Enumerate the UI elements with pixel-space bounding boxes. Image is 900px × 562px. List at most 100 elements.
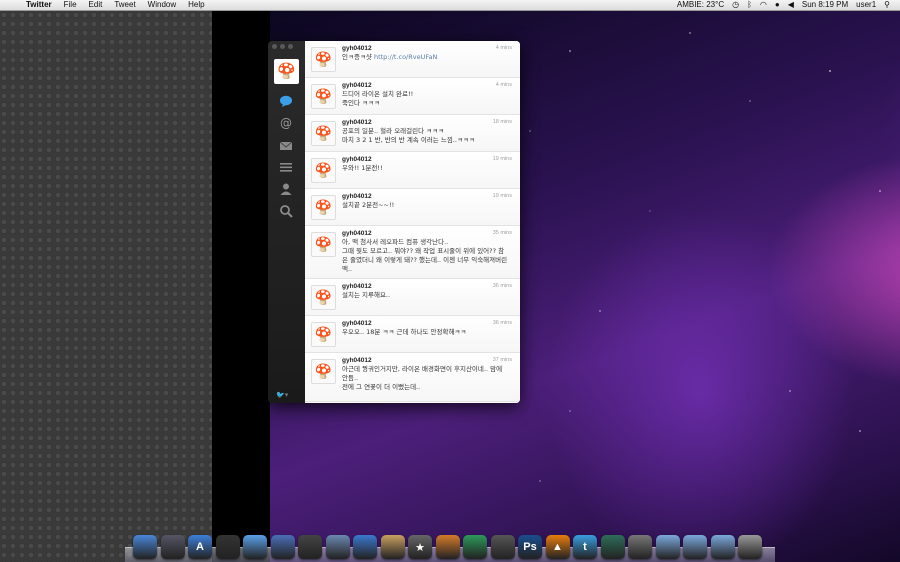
svg-text:@: @ (280, 116, 292, 130)
tweet-item[interactable]: 🍄 gyh04012 19 mins 우와!! 1분전!! (305, 152, 520, 189)
menu-help[interactable]: Help (182, 0, 210, 10)
vlc-icon[interactable]: ▲ (545, 535, 570, 559)
safari-icon[interactable] (243, 535, 267, 559)
tweet-item[interactable]: 🍄 gyh04012 36 mins 설치는 지루해요.. (305, 279, 520, 316)
tweet-item-partial[interactable]: gyh04012 (305, 402, 520, 403)
tweet-avatar[interactable]: 🍄 (311, 232, 336, 257)
spotlight-icon[interactable]: ⚲ (880, 0, 894, 10)
tweet-text: 공포의 일분.. 헐라 오래걸린다 ㅋㅋㅋ 마치 3 2 1 반, 반의 반 계… (342, 127, 475, 144)
tweet-time: 18 mins (492, 119, 512, 125)
dashboard-icon[interactable] (160, 535, 185, 559)
tweet-item[interactable]: 🍄 gyh04012 37 mins 아근데 꿩궈인거지만, 라이온 배경화면이… (305, 353, 520, 402)
twitter-icon[interactable]: t (573, 535, 597, 559)
menu-edit[interactable]: Edit (83, 0, 109, 10)
menubar-clock[interactable]: Sun 8:19 PM (798, 0, 852, 10)
tweet-text: 아근데 꿩궈인거지만, 라이온 배경화면이 후지산이네.. 맘에 안듬.. 전에… (342, 365, 503, 391)
tweet-link[interactable]: http://t.co/RveUFaN (374, 53, 437, 61)
time-machine-status-icon[interactable]: ◷ (728, 0, 743, 10)
tweet-username[interactable]: gyh04012 (342, 119, 372, 126)
desktop-black-band (212, 11, 270, 562)
input-source-icon[interactable]: ● (771, 0, 784, 10)
trash-icon[interactable] (738, 535, 762, 559)
tweet-avatar[interactable]: 🍄 (311, 285, 336, 310)
user-menu[interactable]: user1 (852, 0, 880, 10)
tweet-text-body: 인ㅋ증ㅋ샷 (342, 53, 374, 61)
facetime-icon[interactable] (270, 535, 295, 559)
activity-icon[interactable] (215, 535, 240, 559)
tweet-item[interactable]: 🍄 gyh04012 36 mins 우오오.. 18분 ㅋㅋ 근데 하나도 안… (305, 316, 520, 353)
tweet-item[interactable]: 🍄 gyh04012 4 mins 드디어 라이온 설치 완료!! 죽인다 ㅋㅋ… (305, 78, 520, 115)
tweet-avatar[interactable]: 🍄 (311, 158, 336, 183)
downloads-folder-icon[interactable] (710, 535, 735, 559)
zoom-button[interactable] (288, 44, 293, 49)
volume-icon[interactable]: ◀ (784, 0, 798, 10)
tweet-avatar[interactable]: 🍄 (311, 359, 336, 384)
itunes-icon[interactable] (353, 535, 377, 559)
dock: A ★ Ps ▲ t (125, 534, 775, 562)
tweet-text: 우오오.. 18분 ㅋㅋ 근데 하나도 안정확해ㅋㅋ (342, 328, 467, 336)
time-machine-icon[interactable] (600, 535, 625, 559)
tweet-username[interactable]: gyh04012 (342, 230, 372, 237)
tweet-username[interactable]: gyh04012 (342, 156, 372, 163)
weather-status[interactable]: AMBIE: 23°C (673, 0, 728, 10)
wifi-icon[interactable]: ◠ (756, 0, 771, 10)
twitter-bird-footer-icon[interactable]: 🐦▾ (276, 391, 288, 399)
tweet-username[interactable]: gyh04012 (342, 283, 372, 290)
tweet-text: 우와!! 1분전!! (342, 164, 383, 172)
brush-icon[interactable] (490, 535, 515, 559)
minimize-button[interactable] (280, 44, 285, 49)
account-avatar[interactable]: 🍄 (274, 59, 299, 84)
close-button[interactable] (272, 44, 277, 49)
tweet-username[interactable]: gyh04012 (342, 357, 372, 364)
system-preferences-icon[interactable] (628, 535, 652, 559)
documents-folder-icon[interactable] (683, 535, 707, 559)
tweet-text: 드디어 라이온 설치 완료!! 죽인다 ㅋㅋㅋ (342, 90, 414, 107)
tweet-text: 설치는 지루해요.. (342, 291, 391, 299)
tweet-item[interactable]: 🍄 gyh04012 18 mins 공포의 일분.. 헐라 오래걸린다 ㅋㅋㅋ… (305, 115, 520, 152)
tweet-avatar[interactable]: 🍄 (311, 47, 336, 72)
tweet-item[interactable]: 🍄 gyh04012 35 mins 아, 맥 첨사서 레오파드 컴퓨 생각난다… (305, 226, 520, 279)
tweet-avatar[interactable]: 🍄 (311, 195, 336, 220)
tweet-list[interactable]: 🍄 gyh04012 4 mins 인ㅋ증ㅋ샷 http://t.co/RveU… (305, 41, 520, 403)
tweet-avatar[interactable]: 🍄 (311, 84, 336, 109)
iphoto-icon[interactable] (380, 535, 405, 559)
tweet-username[interactable]: gyh04012 (342, 82, 372, 89)
menu-tweet[interactable]: Tweet (108, 0, 141, 10)
menubar-status-area: AMBIE: 23°C ◷ ᛒ ◠ ● ◀ Sun 8:19 PM user1 … (673, 0, 900, 10)
tweet-time: 4 mins (495, 82, 512, 88)
tweet-time: 19 mins (492, 156, 512, 162)
menu-window[interactable]: Window (142, 0, 182, 10)
mentions-icon[interactable]: @ (277, 114, 295, 132)
tweet-time: 35 mins (492, 230, 512, 236)
camera-icon[interactable] (298, 535, 322, 559)
profile-icon[interactable] (277, 180, 295, 198)
box-icon[interactable] (435, 535, 460, 559)
bluetooth-icon[interactable]: ᛒ (743, 0, 756, 10)
finder-icon[interactable] (133, 535, 157, 559)
tweet-username[interactable]: gyh04012 (342, 320, 372, 327)
tweet-username[interactable]: gyh04012 (342, 45, 372, 52)
search-icon[interactable] (277, 202, 295, 220)
tweet-avatar[interactable]: 🍄 (311, 322, 336, 347)
menu-file[interactable]: File (58, 0, 83, 10)
menu-app-name[interactable]: Twitter (20, 0, 58, 10)
tweet-time: 4 mins (495, 45, 512, 51)
tweet-username[interactable]: gyh04012 (342, 193, 372, 200)
photoshop-icon[interactable]: Ps (518, 535, 542, 559)
lists-icon[interactable] (277, 158, 295, 176)
messages-icon[interactable] (277, 136, 295, 154)
tweet-item[interactable]: 🍄 gyh04012 19 mins 설치끝 2분전~~!! (305, 189, 520, 226)
tweet-item[interactable]: 🍄 gyh04012 4 mins 인ㅋ증ㅋ샷 http://t.co/RveU… (305, 41, 520, 78)
preview-icon[interactable] (325, 535, 350, 559)
charts-icon[interactable] (463, 535, 487, 559)
timeline-icon[interactable] (277, 92, 295, 110)
desktop-left-pattern (0, 11, 212, 562)
window-controls (272, 44, 293, 49)
tweet-avatar[interactable]: 🍄 (311, 121, 336, 146)
star-icon[interactable]: ★ (408, 535, 432, 559)
app-store-icon[interactable]: A (188, 535, 212, 559)
twitter-window: 🍄 @ 🐦▾ 🍄 gyh04012 4 mins 인ㅋ증ㅋ샷 http://t.… (268, 41, 520, 403)
applications-folder-icon[interactable] (655, 535, 680, 559)
menubar: Twitter File Edit Tweet Window Help AMBI… (0, 0, 900, 11)
tweet-time: 36 mins (492, 283, 512, 289)
